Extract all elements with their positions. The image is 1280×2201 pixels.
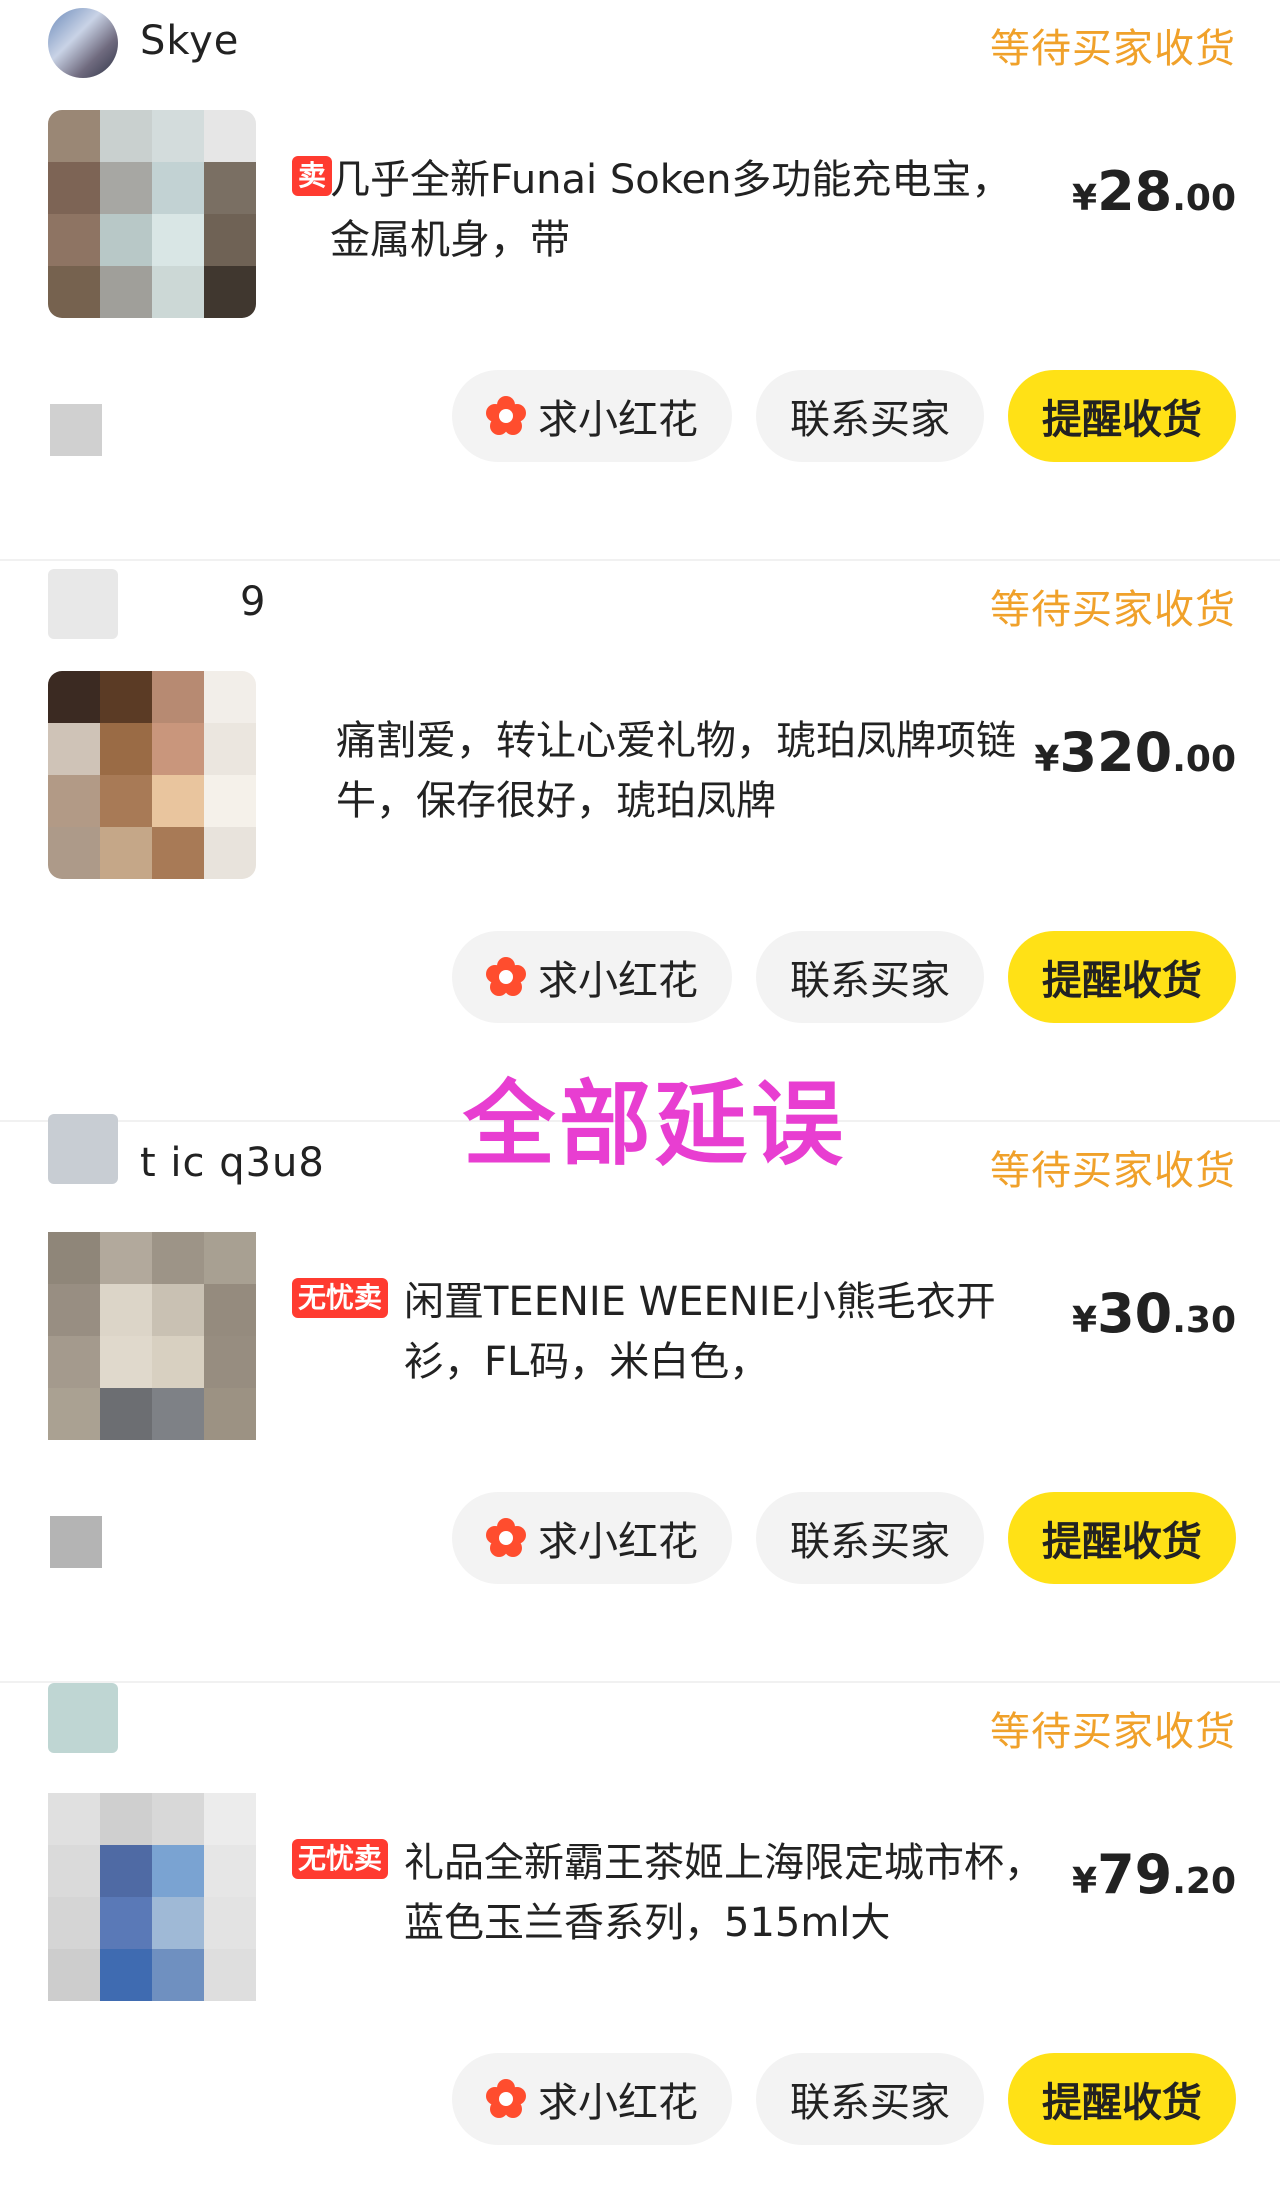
price-currency: ¥ — [1072, 1861, 1098, 1902]
order-status: 等待买家收货 — [990, 1709, 1236, 1755]
product-title[interactable]: 痛割爱，转让心爱礼物，琥珀凤牌项链牛，保存很好，琥珀凤牌 — [336, 711, 1026, 831]
product-price: ¥79.20 — [1072, 1843, 1236, 1906]
price-integer: 320 — [1059, 721, 1173, 784]
remind-receipt-button[interactable]: 提醒收货 — [1008, 370, 1236, 462]
flower-icon — [486, 1518, 526, 1558]
product-price: ¥320.00 — [1034, 721, 1236, 784]
order-status: 等待买家收货 — [990, 26, 1236, 72]
price-integer: 28 — [1097, 160, 1173, 223]
flower-icon — [486, 957, 526, 997]
avatar[interactable] — [48, 1683, 118, 1753]
blurred-block — [50, 404, 102, 456]
order-card: 等待买家收货 无忧卖 礼品全新霸王茶姬上海限定城市杯，蓝色玉兰香系列，515ml… — [0, 1683, 1280, 2201]
contact-buyer-button[interactable]: 联系买家 — [756, 2053, 984, 2145]
order-card: 9 等待买家收货 痛割爱，转让心爱礼物，琥珀凤牌项链牛，保存很好，琥珀凤牌 ¥3… — [0, 561, 1280, 1122]
product-title[interactable]: 礼品全新霸王茶姬上海限定城市杯，蓝色玉兰香系列，515ml大 — [404, 1833, 1044, 1953]
avatar[interactable] — [48, 1114, 118, 1184]
request-flower-label: 求小红花 — [538, 958, 698, 1004]
product-title[interactable]: 闲置TEENIE WEENIE小熊毛衣开衫，FL码，米白色， — [404, 1272, 1044, 1392]
order-actions: 求小红花 联系买家 提醒收货 — [452, 2053, 1236, 2145]
buyer-name[interactable]: t ic q3u8 — [140, 1140, 325, 1186]
request-flower-button[interactable]: 求小红花 — [452, 1492, 732, 1584]
request-flower-label: 求小红花 — [538, 2080, 698, 2126]
product-thumbnail[interactable] — [48, 671, 256, 879]
product-price: ¥28.00 — [1072, 160, 1236, 223]
flower-icon — [486, 2079, 526, 2119]
overlay-caption: 全部延误 — [463, 1071, 848, 1178]
avatar[interactable] — [48, 569, 118, 639]
product-thumbnail[interactable] — [48, 110, 256, 318]
order-status: 等待买家收货 — [990, 587, 1236, 633]
order-card: t ic q3u8 等待买家收货 无忧卖 闲置TEENIE WEENIE小熊毛衣… — [0, 1114, 1280, 1683]
price-currency: ¥ — [1034, 739, 1060, 780]
remind-receipt-button[interactable]: 提醒收货 — [1008, 931, 1236, 1023]
price-integer: 30 — [1097, 1282, 1173, 1345]
buyer-name[interactable]: Skye — [140, 18, 239, 64]
remind-receipt-button[interactable]: 提醒收货 — [1008, 2053, 1236, 2145]
product-badge: 卖 — [292, 156, 333, 196]
price-integer: 79 — [1097, 1843, 1173, 1906]
request-flower-label: 求小红花 — [538, 1519, 698, 1565]
product-thumbnail[interactable] — [48, 1793, 256, 2001]
price-decimal: .00 — [1172, 178, 1236, 219]
order-actions: 求小红花 联系买家 提醒收货 — [452, 370, 1236, 462]
request-flower-button[interactable]: 求小红花 — [452, 2053, 732, 2145]
order-actions: 求小红花 联系买家 提醒收货 — [452, 931, 1236, 1023]
product-title[interactable]: 几乎全新Funai Soken多功能充电宝，金属机身，带 — [330, 150, 1050, 270]
price-currency: ¥ — [1072, 1300, 1098, 1341]
price-currency: ¥ — [1072, 178, 1098, 219]
price-decimal: .30 — [1172, 1300, 1236, 1341]
request-flower-button[interactable]: 求小红花 — [452, 370, 732, 462]
blurred-block — [50, 1516, 102, 1568]
product-badge: 无忧卖 — [292, 1278, 389, 1318]
contact-buyer-button[interactable]: 联系买家 — [756, 1492, 984, 1584]
flower-icon — [486, 396, 526, 436]
avatar[interactable] — [48, 8, 118, 78]
product-price: ¥30.30 — [1072, 1282, 1236, 1345]
price-decimal: .20 — [1172, 1861, 1236, 1902]
buyer-name[interactable]: 9 — [240, 579, 266, 625]
price-decimal: .00 — [1172, 739, 1236, 780]
contact-buyer-button[interactable]: 联系买家 — [756, 370, 984, 462]
request-flower-label: 求小红花 — [538, 397, 698, 443]
remind-receipt-button[interactable]: 提醒收货 — [1008, 1492, 1236, 1584]
request-flower-button[interactable]: 求小红花 — [452, 931, 732, 1023]
order-status: 等待买家收货 — [990, 1148, 1236, 1194]
product-thumbnail[interactable] — [48, 1232, 256, 1440]
order-actions: 求小红花 联系买家 提醒收货 — [452, 1492, 1236, 1584]
product-badge: 无忧卖 — [292, 1839, 389, 1879]
order-card: Skye 等待买家收货 卖 几乎全新Funai Soken多功能充电宝，金属机身… — [0, 0, 1280, 561]
contact-buyer-button[interactable]: 联系买家 — [756, 931, 984, 1023]
